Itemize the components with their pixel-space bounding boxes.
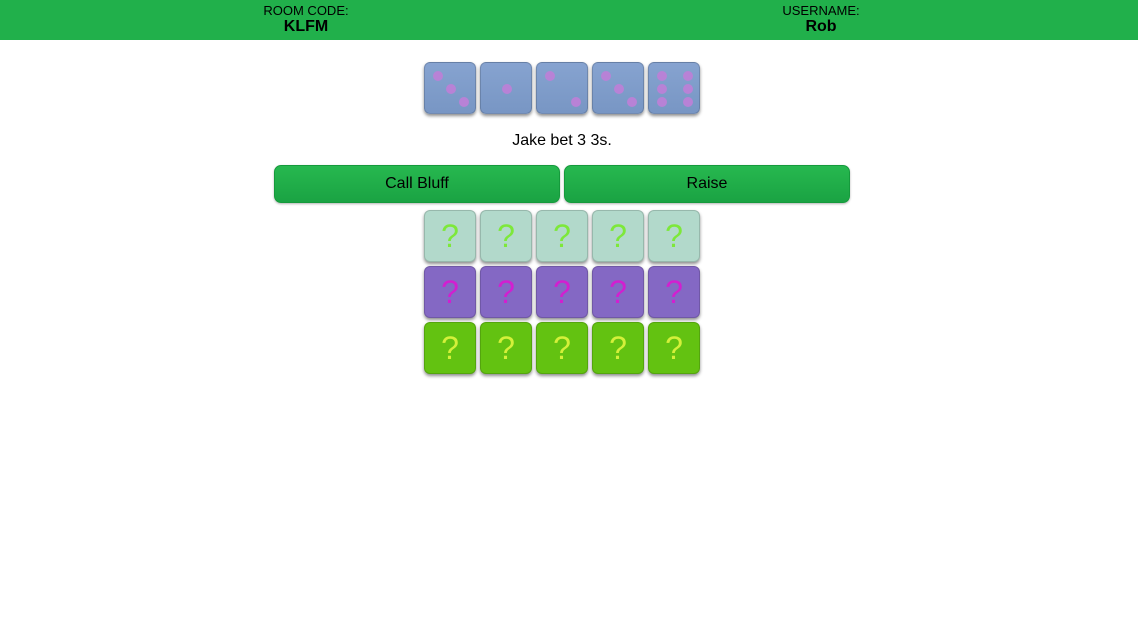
hidden-die: ? [536,210,588,262]
my-die [424,62,476,114]
die-pip [545,71,555,81]
username-info: USERNAME: Rob [761,4,881,36]
hidden-die: ? [536,266,588,318]
question-mark: ? [665,274,683,310]
die-pip [571,97,581,107]
question-mark: ? [497,218,515,254]
question-mark: ? [553,274,571,310]
my-dice-row [424,62,700,114]
hidden-die: ? [480,210,532,262]
hidden-die: ? [592,322,644,374]
die-pip [502,84,512,94]
hidden-die: ? [648,322,700,374]
die-pip [657,97,667,107]
question-mark: ? [497,274,515,310]
hidden-die: ? [592,210,644,262]
die-pip [627,97,637,107]
question-mark: ? [441,330,459,366]
room-code-info: ROOM CODE: KLFM [246,4,366,36]
question-mark: ? [553,330,571,366]
die-pip [683,71,693,81]
username-value: Rob [805,18,837,35]
hidden-die: ? [592,266,644,318]
die-pip [446,84,456,94]
room-code-label: ROOM CODE: [263,3,349,18]
hidden-die: ? [424,210,476,262]
question-mark: ? [609,330,627,366]
call-bluff-button[interactable]: Call Bluff [274,165,560,203]
die-pip [657,71,667,81]
question-mark: ? [441,218,459,254]
opponent-dice-row: ????? [424,322,700,374]
bet-status-text: Jake bet 3 3s. [512,132,612,149]
die-pip [683,84,693,94]
hidden-die: ? [480,322,532,374]
die-pip [601,71,611,81]
question-mark: ? [553,218,571,254]
my-die [648,62,700,114]
my-die [480,62,532,114]
question-mark: ? [441,274,459,310]
die-pip [459,97,469,107]
my-die [592,62,644,114]
question-mark: ? [497,330,515,366]
hidden-die: ? [648,210,700,262]
hidden-die: ? [648,266,700,318]
die-pip [433,71,443,81]
hidden-die: ? [424,322,476,374]
opponent-dice-row: ????? [424,266,700,318]
question-mark: ? [665,330,683,366]
top-bar: ROOM CODE: KLFM USERNAME: Rob [0,0,1138,40]
die-pip [614,84,624,94]
username-label: USERNAME: [782,3,860,18]
question-mark: ? [609,274,627,310]
die-pip [657,84,667,94]
question-mark: ? [609,218,627,254]
raise-button[interactable]: Raise [564,165,850,203]
hidden-die: ? [480,266,532,318]
hidden-die: ? [536,322,588,374]
hidden-die: ? [424,266,476,318]
room-code-value: KLFM [283,18,329,35]
die-pip [683,97,693,107]
my-die [536,62,588,114]
opponent-dice-row: ????? [424,210,700,262]
question-mark: ? [665,218,683,254]
